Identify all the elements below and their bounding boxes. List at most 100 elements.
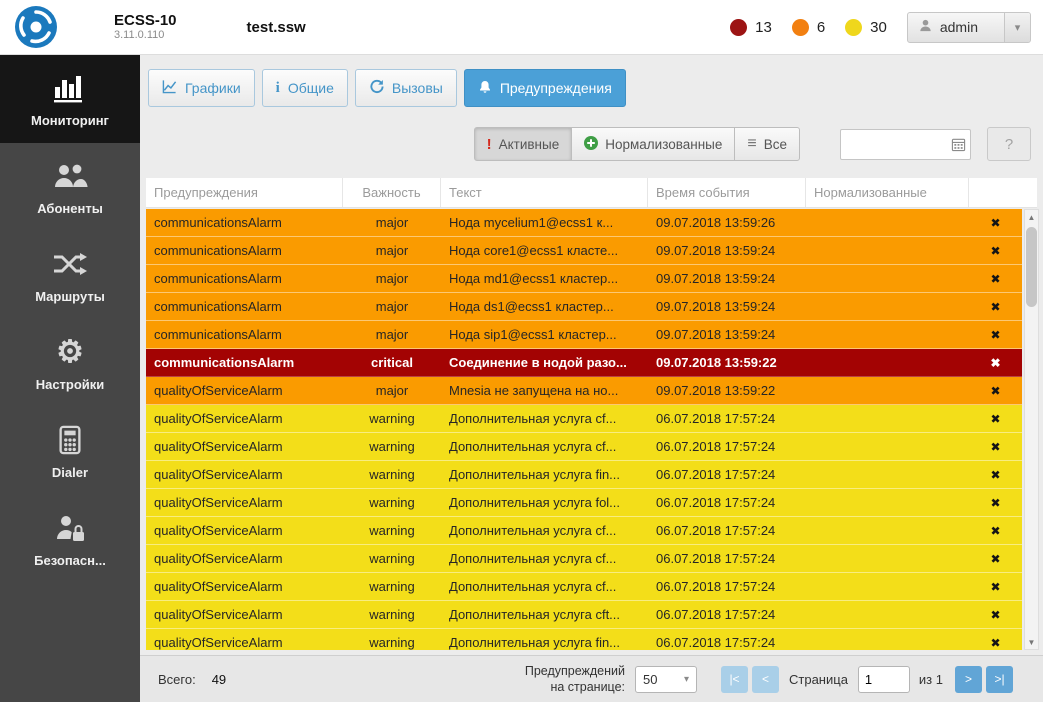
user-icon (918, 18, 933, 36)
subscribers-icon (52, 159, 88, 193)
tab-bar: Графики i Общие Вызовы (148, 69, 633, 107)
table-row[interactable]: communicationsAlarmmajorНода mycelium1@e… (146, 209, 1022, 237)
cell-alarm-type: qualityOfServiceAlarm (146, 579, 343, 594)
table-row[interactable]: qualityOfServiceAlarmwarningДополнительн… (146, 405, 1022, 433)
close-icon[interactable]: ✖ (990, 384, 1000, 398)
next-page-button[interactable]: > (955, 666, 982, 693)
column-header-text[interactable]: Текст (441, 178, 648, 207)
cell-alarm-type: communicationsAlarm (146, 243, 343, 258)
page-number-input[interactable] (858, 666, 910, 693)
filter-active-button[interactable]: ! Активные (474, 127, 573, 161)
close-icon[interactable]: ✖ (990, 580, 1000, 594)
cell-event-time: 06.07.2018 17:57:24 (648, 495, 806, 510)
table-row[interactable]: qualityOfServiceAlarmwarningДополнительн… (146, 545, 1022, 573)
tab-charts[interactable]: Графики (148, 69, 255, 107)
sidebar-item-settings[interactable]: ⚙ Настройки (0, 319, 140, 407)
cell-text: Соединение в нодой разо... (441, 355, 648, 370)
cell-text: Mnesia не запущена на но... (441, 383, 648, 398)
close-icon[interactable]: ✖ (990, 272, 1000, 286)
tab-alerts[interactable]: Предупреждения (464, 69, 626, 107)
table-row[interactable]: communicationsAlarmcriticalСоединение в … (146, 349, 1022, 377)
column-header-severity[interactable]: Важность (343, 178, 441, 207)
table-scrollbar[interactable]: ▲ ▼ (1024, 209, 1039, 650)
close-icon[interactable]: ✖ (990, 608, 1000, 622)
column-header-alarms[interactable]: Предупреждения (146, 178, 343, 207)
calendar-icon[interactable] (946, 137, 970, 152)
alarm-counter-critical[interactable]: 13 (730, 19, 772, 36)
main-content: Графики i Общие Вызовы (140, 55, 1043, 702)
cell-severity: major (343, 299, 441, 314)
security-icon (53, 511, 87, 545)
column-header-event-time[interactable]: Время события (648, 178, 806, 207)
sidebar-item-dialer[interactable]: Dialer (0, 407, 140, 495)
sidebar-item-subscribers[interactable]: Абоненты (0, 143, 140, 231)
table-row[interactable]: communicationsAlarmmajorНода core1@ecss1… (146, 237, 1022, 265)
sidebar-item-label: Dialer (52, 465, 88, 480)
alarm-counter-major[interactable]: 6 (792, 19, 825, 36)
filter-normalized-button[interactable]: Нормализованные (571, 127, 735, 161)
date-input[interactable] (841, 130, 946, 159)
filter-bar: ! Активные Нормализованные ≡ Все (140, 127, 1043, 161)
cell-event-time: 06.07.2018 17:57:24 (648, 439, 806, 454)
table-row[interactable]: qualityOfServiceAlarmwarningДополнительн… (146, 461, 1022, 489)
tab-label: Вызовы (392, 80, 443, 96)
open-file-tab[interactable]: test.ssw (247, 19, 306, 36)
alarm-counter-warning[interactable]: 30 (845, 19, 887, 36)
total-label: Всего: (158, 672, 196, 687)
close-icon[interactable]: ✖ (990, 328, 1000, 342)
cell-alarm-type: qualityOfServiceAlarm (146, 607, 343, 622)
close-icon[interactable]: ✖ (990, 244, 1000, 258)
table-row[interactable]: qualityOfServiceAlarmmajorMnesia не запу… (146, 377, 1022, 405)
dialer-icon (55, 423, 85, 457)
table-row[interactable]: qualityOfServiceAlarmwarningДополнительн… (146, 489, 1022, 517)
close-icon[interactable]: ✖ (990, 636, 1000, 650)
close-icon[interactable]: ✖ (990, 356, 1000, 370)
cell-severity: major (343, 271, 441, 286)
close-icon[interactable]: ✖ (990, 300, 1000, 314)
table-row[interactable]: qualityOfServiceAlarmwarningДополнительн… (146, 573, 1022, 601)
list-icon: ≡ (747, 135, 756, 153)
first-page-button[interactable]: |< (721, 666, 748, 693)
close-icon[interactable]: ✖ (990, 524, 1000, 538)
cell-severity: major (343, 327, 441, 342)
prev-page-button[interactable]: < (752, 666, 779, 693)
table-row[interactable]: communicationsAlarmmajorНода ds1@ecss1 к… (146, 293, 1022, 321)
close-icon[interactable]: ✖ (990, 552, 1000, 566)
table-row[interactable]: communicationsAlarmmajorНода md1@ecss1 к… (146, 265, 1022, 293)
scroll-up-icon[interactable]: ▲ (1025, 210, 1038, 224)
scroll-down-icon[interactable]: ▼ (1025, 635, 1038, 649)
close-icon[interactable]: ✖ (990, 496, 1000, 510)
column-header-normalized[interactable]: Нормализованные (806, 178, 969, 207)
tab-general[interactable]: i Общие (262, 69, 348, 107)
sidebar-item-label: Маршруты (35, 289, 105, 304)
tab-calls[interactable]: Вызовы (355, 69, 457, 107)
sidebar-item-security[interactable]: Безопасн... (0, 495, 140, 583)
scrollbar-thumb[interactable] (1026, 227, 1037, 307)
table-row[interactable]: communicationsAlarmmajorНода sip1@ecss1 … (146, 321, 1022, 349)
table-row[interactable]: qualityOfServiceAlarmwarningДополнительн… (146, 629, 1022, 650)
help-button[interactable]: ? (987, 127, 1031, 161)
user-menu-button[interactable]: admin ▾ (907, 12, 1031, 43)
close-icon[interactable]: ✖ (990, 412, 1000, 426)
per-page-select[interactable]: 50 ▾ (635, 666, 697, 693)
filter-all-button[interactable]: ≡ Все (734, 127, 800, 161)
tab-label: Предупреждения (500, 80, 612, 96)
table-row[interactable]: qualityOfServiceAlarmwarningДополнительн… (146, 601, 1022, 629)
cell-severity: warning (343, 551, 441, 566)
table-footer: Всего: 49 Предупреждений на странице: 50… (140, 655, 1043, 702)
close-icon[interactable]: ✖ (990, 468, 1000, 482)
table-row[interactable]: qualityOfServiceAlarmwarningДополнительн… (146, 433, 1022, 461)
last-page-button[interactable]: >| (986, 666, 1013, 693)
sidebar-item-routes[interactable]: Маршруты (0, 231, 140, 319)
cell-alarm-type: communicationsAlarm (146, 215, 343, 230)
cell-text: Дополнительная услуга cf... (441, 411, 648, 426)
close-icon[interactable]: ✖ (990, 216, 1000, 230)
app-version: 3.11.0.110 (114, 29, 177, 42)
user-caret-icon[interactable]: ▾ (1004, 13, 1030, 42)
sidebar-item-monitoring[interactable]: Мониторинг (0, 55, 140, 143)
close-icon[interactable]: ✖ (990, 440, 1000, 454)
table-row[interactable]: qualityOfServiceAlarmwarningДополнительн… (146, 517, 1022, 545)
cell-alarm-type: communicationsAlarm (146, 299, 343, 314)
top-header: ECSS-10 3.11.0.110 test.ssw 13 6 30 (0, 0, 1043, 55)
cell-text: Дополнительная услуга fin... (441, 635, 648, 650)
